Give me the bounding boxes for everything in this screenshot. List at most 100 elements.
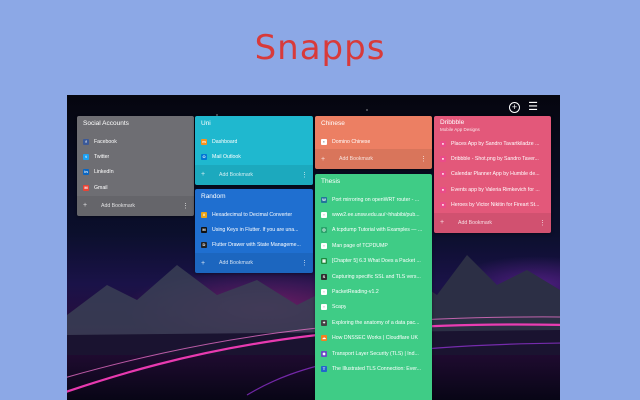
- bookmark-label: Heroes by Victor Nikitin for Fireart St.…: [451, 202, 540, 209]
- more-options-icon[interactable]: ⋮: [539, 219, 546, 227]
- bookmark-label: www2.ee.unsw.edu.au/~hhabibi/pub...: [332, 212, 420, 219]
- plus-icon[interactable]: +: [321, 156, 331, 163]
- bookmark-label: Gmail: [94, 184, 108, 191]
- bookmark-item[interactable]: O Mail Outlook: [195, 149, 313, 164]
- bookmark-label: PacketReading-v1.2: [332, 289, 379, 296]
- board-social-accounts: Social Accounts f Facebook t Twitter in Linke…: [77, 116, 194, 216]
- more-options-icon[interactable]: ⋮: [301, 171, 308, 179]
- plus-circle-icon[interactable]: +: [509, 102, 520, 113]
- bookmark-item[interactable]: ▫ PacketReading-v1.2: [315, 284, 432, 299]
- book-icon: ▦: [321, 258, 327, 265]
- bookmark-item[interactable]: M Gmail: [77, 180, 194, 195]
- hero-title: Snapps: [254, 28, 386, 68]
- more-options-icon[interactable]: ⋮: [182, 202, 189, 210]
- facebook-icon: f: [83, 138, 89, 145]
- add-bookmark-row[interactable]: + Add Bookmark ⋮: [195, 164, 313, 185]
- bookmark-item[interactable]: ▫ www2.ee.unsw.edu.au/~hhabibi/pub...: [315, 207, 432, 222]
- board-chinese: Chinese ▪ Domino Chinese + Add Bookmark ⋮: [315, 116, 432, 170]
- bookmark-item[interactable]: ▦ [Chapter 5] 6.3 What Does a Packet ...: [315, 254, 432, 269]
- bookmark-label: Domino Chinese: [332, 138, 371, 145]
- board-title[interactable]: Chinese: [315, 116, 432, 134]
- more-options-icon[interactable]: ⋮: [301, 259, 308, 267]
- gmail-icon: M: [83, 184, 89, 191]
- bookmark-list: W Port mirroring on openWRT router - ... ▫…: [315, 192, 432, 377]
- bookmark-item[interactable]: ✦ Exploring the anatomy of a data pac...: [315, 315, 432, 330]
- bookmark-label: [Chapter 5] 6.3 What Does a Packet ...: [332, 258, 421, 265]
- bookmark-item[interactable]: D Flutter Drawer with State Manageme...: [195, 238, 313, 253]
- bookmark-label: Port mirroring on openWRT router - ...: [332, 196, 420, 203]
- board-header[interactable]: Dribbble Mobile App Designs: [434, 116, 551, 136]
- bookmark-item[interactable]: f Facebook: [77, 134, 194, 149]
- bookmark-item[interactable]: ● Places App by Sandro Tavartkiladze ...: [434, 136, 551, 151]
- dev-icon: D: [201, 242, 207, 249]
- bookmark-list: # Hexadecimal to Decimal Converter M Using …: [195, 207, 313, 253]
- bookmark-item[interactable]: # Hexadecimal to Decimal Converter: [195, 207, 313, 222]
- bookmark-item[interactable]: M Using Keys in Flutter. If you are una..…: [195, 222, 313, 237]
- bookmark-item[interactable]: ☁ How DNSSEC Works | Cloudflare UK: [315, 331, 432, 346]
- bookmark-item[interactable]: S Capturing specific SSL and TLS vers...: [315, 269, 432, 284]
- bookmark-label: Capturing specific SSL and TLS vers...: [332, 273, 421, 280]
- tech-icon: ✦: [321, 319, 327, 326]
- doc-icon: ▫: [321, 289, 327, 296]
- bookmark-item[interactable]: ● Dribbble - Shot.png by Sandro Taver...: [434, 151, 551, 166]
- linkedin-icon: in: [83, 169, 89, 176]
- bookmark-item[interactable]: ◆ Transport Layer Security (TLS) | Ind...: [315, 346, 432, 361]
- bookmark-label: Mail Outlook: [212, 154, 241, 161]
- bookmark-item[interactable]: ● Heroes by Victor Nikitin for Fireart St…: [434, 198, 551, 213]
- plus-icon[interactable]: +: [440, 219, 450, 226]
- bookmark-item[interactable]: W Port mirroring on openWRT router - ...: [315, 192, 432, 207]
- tls-icon: T: [321, 365, 327, 372]
- add-bookmark-button[interactable]: Add Bookmark: [93, 203, 182, 209]
- bookmark-item[interactable]: ▫ Man page of TCPDUMP: [315, 238, 432, 253]
- wordpress-icon: W: [321, 196, 327, 203]
- board-title[interactable]: Thesis: [315, 174, 432, 192]
- bookmark-item[interactable]: ▪ Domino Chinese: [315, 134, 432, 149]
- more-options-icon[interactable]: ⋮: [420, 155, 427, 163]
- board-title: Dribbble: [440, 119, 465, 126]
- plus-icon[interactable]: +: [83, 202, 93, 209]
- bookmark-item[interactable]: ● Calendar Planner App by Humble de...: [434, 167, 551, 182]
- bookmark-label: Flutter Drawer with State Manageme...: [212, 242, 301, 249]
- bookmark-list: ▪ Domino Chinese: [315, 134, 432, 149]
- add-bookmark-row[interactable]: + Add Bookmark ⋮: [434, 212, 551, 233]
- bookmark-label: Places App by Sandro Tavartkiladze ...: [451, 140, 540, 147]
- bookmark-item[interactable]: ◎ A tcpdump Tutorial with Examples — ...: [315, 223, 432, 238]
- bookmark-label: Transport Layer Security (TLS) | Ind...: [332, 350, 419, 357]
- bookmark-list: ● Places App by Sandro Tavartkiladze ... ●…: [434, 136, 551, 213]
- sliders-icon[interactable]: ☰: [527, 101, 539, 113]
- bookmark-item[interactable]: ● Events app by Valeria Rimkevich for ...: [434, 182, 551, 197]
- board-title[interactable]: Uni: [195, 116, 313, 134]
- board-title[interactable]: Random: [195, 189, 313, 207]
- bookmark-item[interactable]: in LinkedIn: [77, 165, 194, 180]
- bookmark-label: The Illustrated TLS Connection: Ever...: [332, 365, 422, 372]
- add-bookmark-row[interactable]: + Add Bookmark ⋮: [195, 253, 313, 274]
- bookmark-item[interactable]: m Dashboard: [195, 134, 313, 149]
- plus-icon[interactable]: +: [201, 260, 211, 267]
- add-bookmark-button[interactable]: Add Bookmark: [211, 260, 301, 266]
- add-bookmark-row[interactable]: + Add Bookmark ⋮: [77, 195, 194, 216]
- board-title[interactable]: Social Accounts: [77, 116, 194, 134]
- bookmark-item[interactable]: ▫ Scapy: [315, 300, 432, 315]
- add-bookmark-button[interactable]: Add Bookmark: [331, 156, 420, 162]
- bookmark-item[interactable]: t Twitter: [77, 149, 194, 164]
- bookmark-label: Exploring the anatomy of a data pac...: [332, 319, 420, 326]
- add-bookmark-button[interactable]: Add Bookmark: [211, 172, 301, 178]
- board-subtitle: Mobile App Designs: [440, 127, 480, 132]
- add-bookmark-button[interactable]: Add Bookmark: [450, 220, 539, 226]
- bookmark-label: Facebook: [94, 138, 117, 145]
- app-screenshot: + ☰ Social Accounts f Facebook t Twitter in L…: [67, 95, 560, 400]
- bookmark-item[interactable]: T The Illustrated TLS Connection: Ever...: [315, 361, 432, 376]
- bookmark-label: Dashboard: [212, 138, 238, 145]
- board-thesis: Thesis W Port mirroring on openWRT router…: [315, 174, 432, 400]
- shield-icon: ◆: [321, 350, 327, 357]
- bookmark-label: Events app by Valeria Rimkevich for ...: [451, 186, 540, 193]
- bookmark-label: Scapy: [332, 304, 347, 311]
- plus-icon[interactable]: +: [201, 171, 211, 178]
- bookmark-label: LinkedIn: [94, 169, 114, 176]
- converter-icon: #: [201, 211, 207, 218]
- bookmark-label: Twitter: [94, 154, 110, 161]
- bookmark-label: Calendar Planner App by Humble de...: [451, 171, 540, 178]
- board-uni: Uni m Dashboard O Mail Outlook + Add Bookma…: [195, 116, 313, 185]
- bookmark-label: Hexadecimal to Decimal Converter: [212, 211, 293, 218]
- add-bookmark-row[interactable]: + Add Bookmark ⋮: [315, 149, 432, 170]
